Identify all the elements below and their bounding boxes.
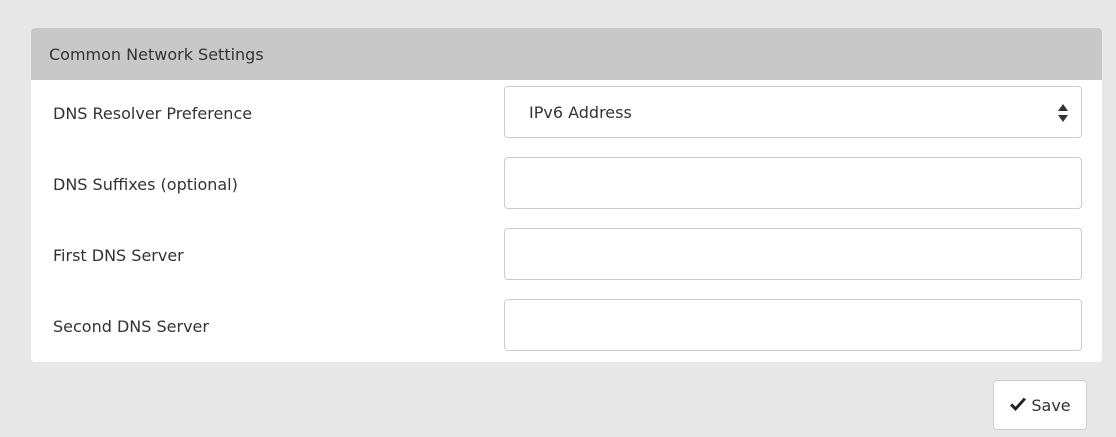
first-dns-server-input[interactable] <box>505 229 1081 279</box>
dns-resolver-preference-select[interactable]: IPv6 Address <box>504 86 1082 138</box>
form-row-dns-resolver-preference: DNS Resolver Preference IPv6 Address <box>31 86 1102 140</box>
form-row-first-dns-server: First DNS Server <box>31 228 1102 282</box>
first-dns-server-field[interactable] <box>504 228 1082 280</box>
panel-title: Common Network Settings <box>31 28 1102 80</box>
form-row-dns-suffixes: DNS Suffixes (optional) <box>31 157 1102 211</box>
dns-suffixes-input[interactable] <box>505 158 1081 208</box>
network-settings-panel: Common Network Settings DNS Resolver Pre… <box>31 28 1102 362</box>
dns-resolver-preference-label: DNS Resolver Preference <box>53 103 253 123</box>
save-button-label: Save <box>1031 395 1071 415</box>
form-row-second-dns-server: Second DNS Server <box>31 299 1102 353</box>
checkmark-icon <box>1010 397 1027 411</box>
dns-suffixes-field[interactable] <box>504 157 1082 209</box>
second-dns-server-input[interactable] <box>505 300 1081 350</box>
second-dns-server-label: Second DNS Server <box>53 316 209 336</box>
dns-suffixes-label: DNS Suffixes (optional) <box>53 174 238 194</box>
dns-resolver-preference-value: IPv6 Address <box>529 102 632 122</box>
second-dns-server-field[interactable] <box>504 299 1082 351</box>
first-dns-server-label: First DNS Server <box>53 245 184 265</box>
sort-arrows-icon <box>1058 104 1068 122</box>
save-button[interactable]: Save <box>993 380 1087 430</box>
